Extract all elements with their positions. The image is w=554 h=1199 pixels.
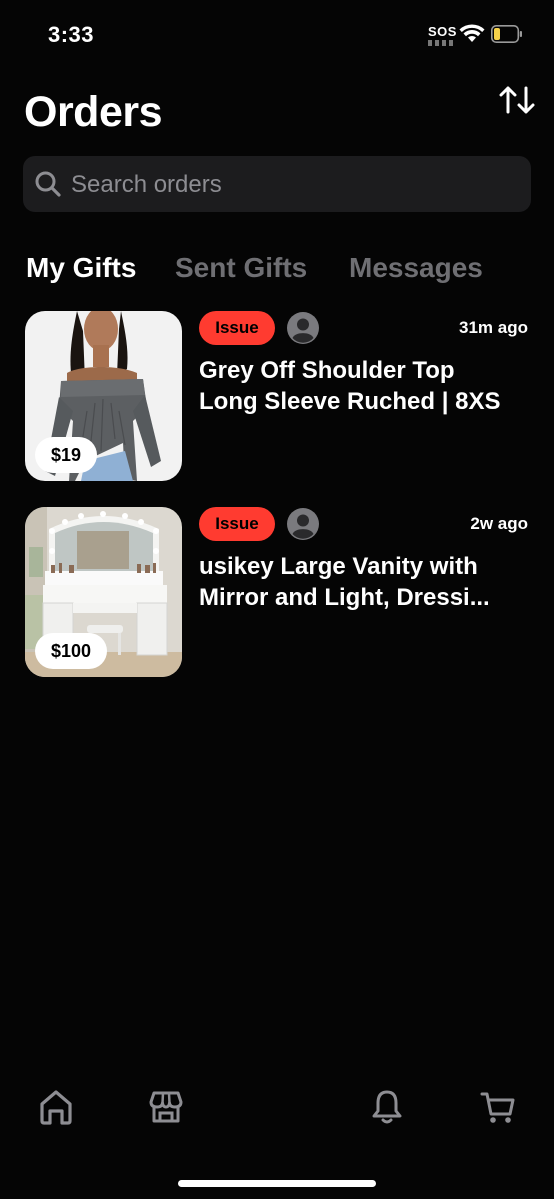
bottom-nav (0, 1085, 554, 1135)
status-time: 3:33 (48, 22, 95, 47)
tab-my-gifts[interactable]: My Gifts (26, 252, 136, 284)
order-title: usikey Large Vanity with Mirror and Ligh… (199, 551, 534, 613)
sos-label: SOS (428, 24, 457, 39)
cellular-dots-icon (428, 40, 454, 46)
avatar-icon (287, 508, 319, 540)
avatar-icon (287, 312, 319, 344)
order-title-line-2: Long Sleeve Ruched | 8XS (199, 388, 501, 415)
price-badge: $19 (35, 437, 98, 473)
search-icon (35, 171, 61, 197)
order-item[interactable]: $100 Issue 2w ago usikey Large Vanity wi… (0, 507, 554, 679)
order-time: 2w ago (470, 514, 528, 533)
order-title-line-2: Mirror and Light, Dressi... (199, 584, 490, 611)
tab-messages[interactable]: Messages (349, 252, 483, 284)
order-time: 31m ago (459, 318, 528, 337)
battery-icon (491, 25, 522, 43)
page-title: Orders (24, 88, 163, 136)
product-image[interactable]: $19 (25, 311, 182, 481)
sort-arrows-icon[interactable] (497, 82, 537, 118)
search-bar[interactable]: Search orders (23, 156, 531, 212)
store-icon[interactable] (146, 1085, 186, 1129)
wifi-icon (459, 24, 485, 42)
home-indicator[interactable] (178, 1180, 376, 1187)
order-title-line-1: Grey Off Shoulder Top (199, 357, 455, 384)
status-badge: Issue (199, 311, 275, 345)
search-input[interactable]: Search orders (71, 171, 222, 199)
tab-bar: My Gifts Sent Gifts Messages (0, 252, 554, 292)
cart-icon[interactable] (478, 1085, 518, 1129)
order-title-line-1: usikey Large Vanity with (199, 553, 478, 580)
tab-sent-gifts[interactable]: Sent Gifts (175, 252, 307, 284)
order-item[interactable]: $19 Issue 31m ago Grey Off Shoulder Top … (0, 311, 554, 483)
order-title: Grey Off Shoulder Top Long Sleeve Ruched… (199, 355, 534, 417)
status-bar: 3:33 SOS (0, 0, 554, 70)
bell-icon[interactable] (367, 1085, 407, 1129)
price-badge: $100 (35, 633, 108, 669)
status-badge: Issue (199, 507, 275, 541)
home-icon[interactable] (36, 1085, 76, 1129)
product-image[interactable]: $100 (25, 507, 182, 677)
